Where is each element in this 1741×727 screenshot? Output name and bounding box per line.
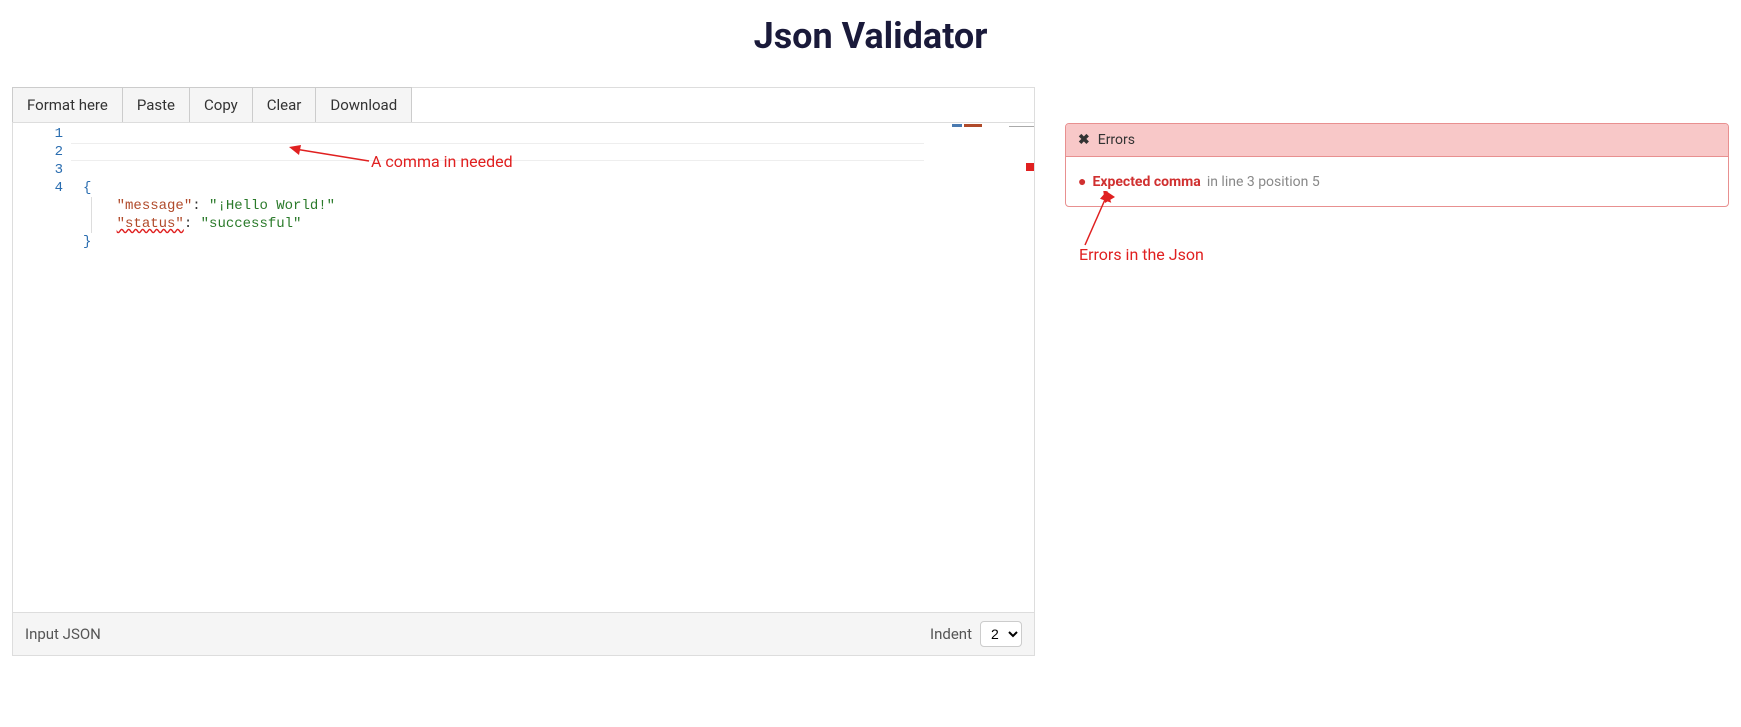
editor-footer: Input JSON Indent 2 xyxy=(13,612,1034,655)
code-area[interactable]: { "message": "¡Hello World!" "status": "… xyxy=(71,123,924,612)
line-gutter: 1234 xyxy=(13,123,71,612)
code-line[interactable]: "message": "¡Hello World!" xyxy=(71,197,924,215)
download-button[interactable]: Download xyxy=(316,88,411,122)
error-marker[interactable] xyxy=(1026,163,1034,171)
copy-button[interactable]: Copy xyxy=(190,88,253,122)
paste-button[interactable]: Paste xyxy=(123,88,190,122)
errors-header: ✖ Errors xyxy=(1066,124,1728,157)
code-line[interactable]: "status": "successful" xyxy=(71,215,924,233)
clear-button[interactable]: Clear xyxy=(253,88,317,122)
minimap[interactable] xyxy=(924,123,1034,612)
errors-title: Errors xyxy=(1098,132,1135,148)
error-item[interactable]: ●Expected commain line 3 position 5 xyxy=(1078,173,1716,190)
toolbar: Format here Paste Copy Clear Download xyxy=(12,87,412,122)
indent-select[interactable]: 2 xyxy=(980,621,1022,647)
editor-panel: Format here Paste Copy Clear Download 12… xyxy=(12,87,1035,656)
errors-box: ✖ Errors ●Expected commain line 3 positi… xyxy=(1065,123,1729,207)
indent-label: Indent xyxy=(930,625,972,643)
page-title: Json Validator xyxy=(0,15,1741,57)
code-editor[interactable]: 1234 { "message": "¡Hello World!" "statu… xyxy=(13,122,1034,612)
close-icon[interactable]: ✖ xyxy=(1078,132,1090,148)
errors-panel: ✖ Errors ●Expected commain line 3 positi… xyxy=(1065,87,1729,656)
arrow-icon xyxy=(1077,191,1117,251)
code-line[interactable]: } xyxy=(71,233,924,251)
code-line[interactable]: { xyxy=(71,179,924,197)
footer-label: Input JSON xyxy=(25,625,101,643)
errors-list: ●Expected commain line 3 position 5 xyxy=(1066,157,1728,206)
format-button[interactable]: Format here xyxy=(13,88,123,122)
